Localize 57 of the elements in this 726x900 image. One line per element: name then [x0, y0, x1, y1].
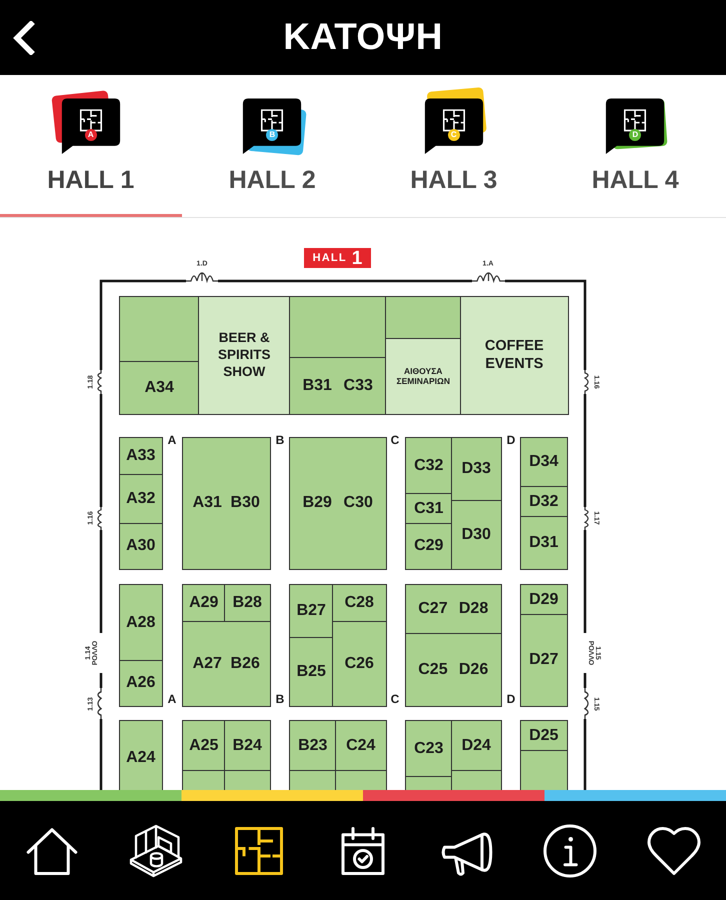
- booth-label: D29: [529, 590, 558, 609]
- booth-label: D33: [462, 460, 491, 478]
- booth-label: A30: [126, 537, 156, 556]
- booth-label: B26: [230, 654, 260, 673]
- area-label: BEER & SPIRITS SHOW: [216, 330, 272, 381]
- area-label: ΑΙΘΟΥΣΑ ΣΕΜΙΝΑΡΙΩΝ: [396, 366, 451, 387]
- booth-label: B27: [296, 602, 326, 620]
- aisle-label: B: [276, 693, 284, 705]
- aisle-label: A: [168, 434, 176, 446]
- booth-label: D30: [462, 526, 491, 544]
- booth-label: B23: [298, 736, 328, 755]
- booth-label: D34: [529, 453, 558, 472]
- booth-label: C24: [346, 736, 376, 755]
- booth-label: C26: [344, 654, 374, 673]
- area-label: COFFEE EVENTS: [484, 337, 545, 374]
- booth-label: C29: [414, 537, 444, 556]
- booth-label: C30: [344, 494, 373, 512]
- booth-label: D24: [462, 736, 491, 755]
- booth-label: D25: [529, 726, 558, 745]
- booth-label: B30: [230, 494, 260, 512]
- booth-label: B25: [296, 662, 326, 681]
- hall-sign-number: 1: [352, 248, 362, 268]
- booth-label: C23: [414, 740, 444, 758]
- booth-label: A25: [189, 736, 218, 755]
- booth-label: D31: [529, 534, 558, 552]
- aisle-label: A: [168, 693, 176, 705]
- booth-label: D27: [529, 651, 558, 670]
- aisle-label: C: [390, 434, 400, 446]
- booth-label: B31: [302, 376, 332, 395]
- booth-label: A34: [144, 378, 174, 397]
- booth-label: D28: [458, 600, 488, 618]
- booth-label: D26: [458, 660, 488, 679]
- booth-label: A32: [126, 490, 156, 508]
- booth-label: C33: [344, 376, 373, 395]
- booth-label: A28: [126, 614, 156, 632]
- booth-label: C28: [344, 594, 374, 612]
- booth-label: A31: [192, 494, 222, 512]
- booth-label: B28: [232, 594, 262, 612]
- booth-label: A24: [126, 748, 156, 767]
- booth-label: B29: [302, 494, 332, 512]
- booth-label: C27: [418, 600, 448, 618]
- aisle-label: B: [276, 434, 284, 446]
- booth-label: C31: [414, 500, 444, 518]
- aisle-label: D: [506, 693, 516, 705]
- booth-label: A33: [126, 447, 156, 466]
- booth-label: D32: [529, 492, 558, 511]
- booth-label: A26: [126, 674, 156, 692]
- booth-label: C25: [418, 660, 448, 679]
- aisle-label: D: [506, 434, 516, 446]
- back-icon: [11, 20, 37, 54]
- booth-label: C32: [414, 456, 444, 475]
- aisle-label: C: [390, 693, 400, 705]
- hall-sign-label: HALL: [312, 252, 347, 264]
- booth-label: B24: [232, 736, 262, 755]
- page-title: ΚΑΤΟΨΗ: [282, 17, 444, 58]
- booth-label: A29: [189, 594, 218, 612]
- booth-label: A27: [192, 654, 222, 673]
